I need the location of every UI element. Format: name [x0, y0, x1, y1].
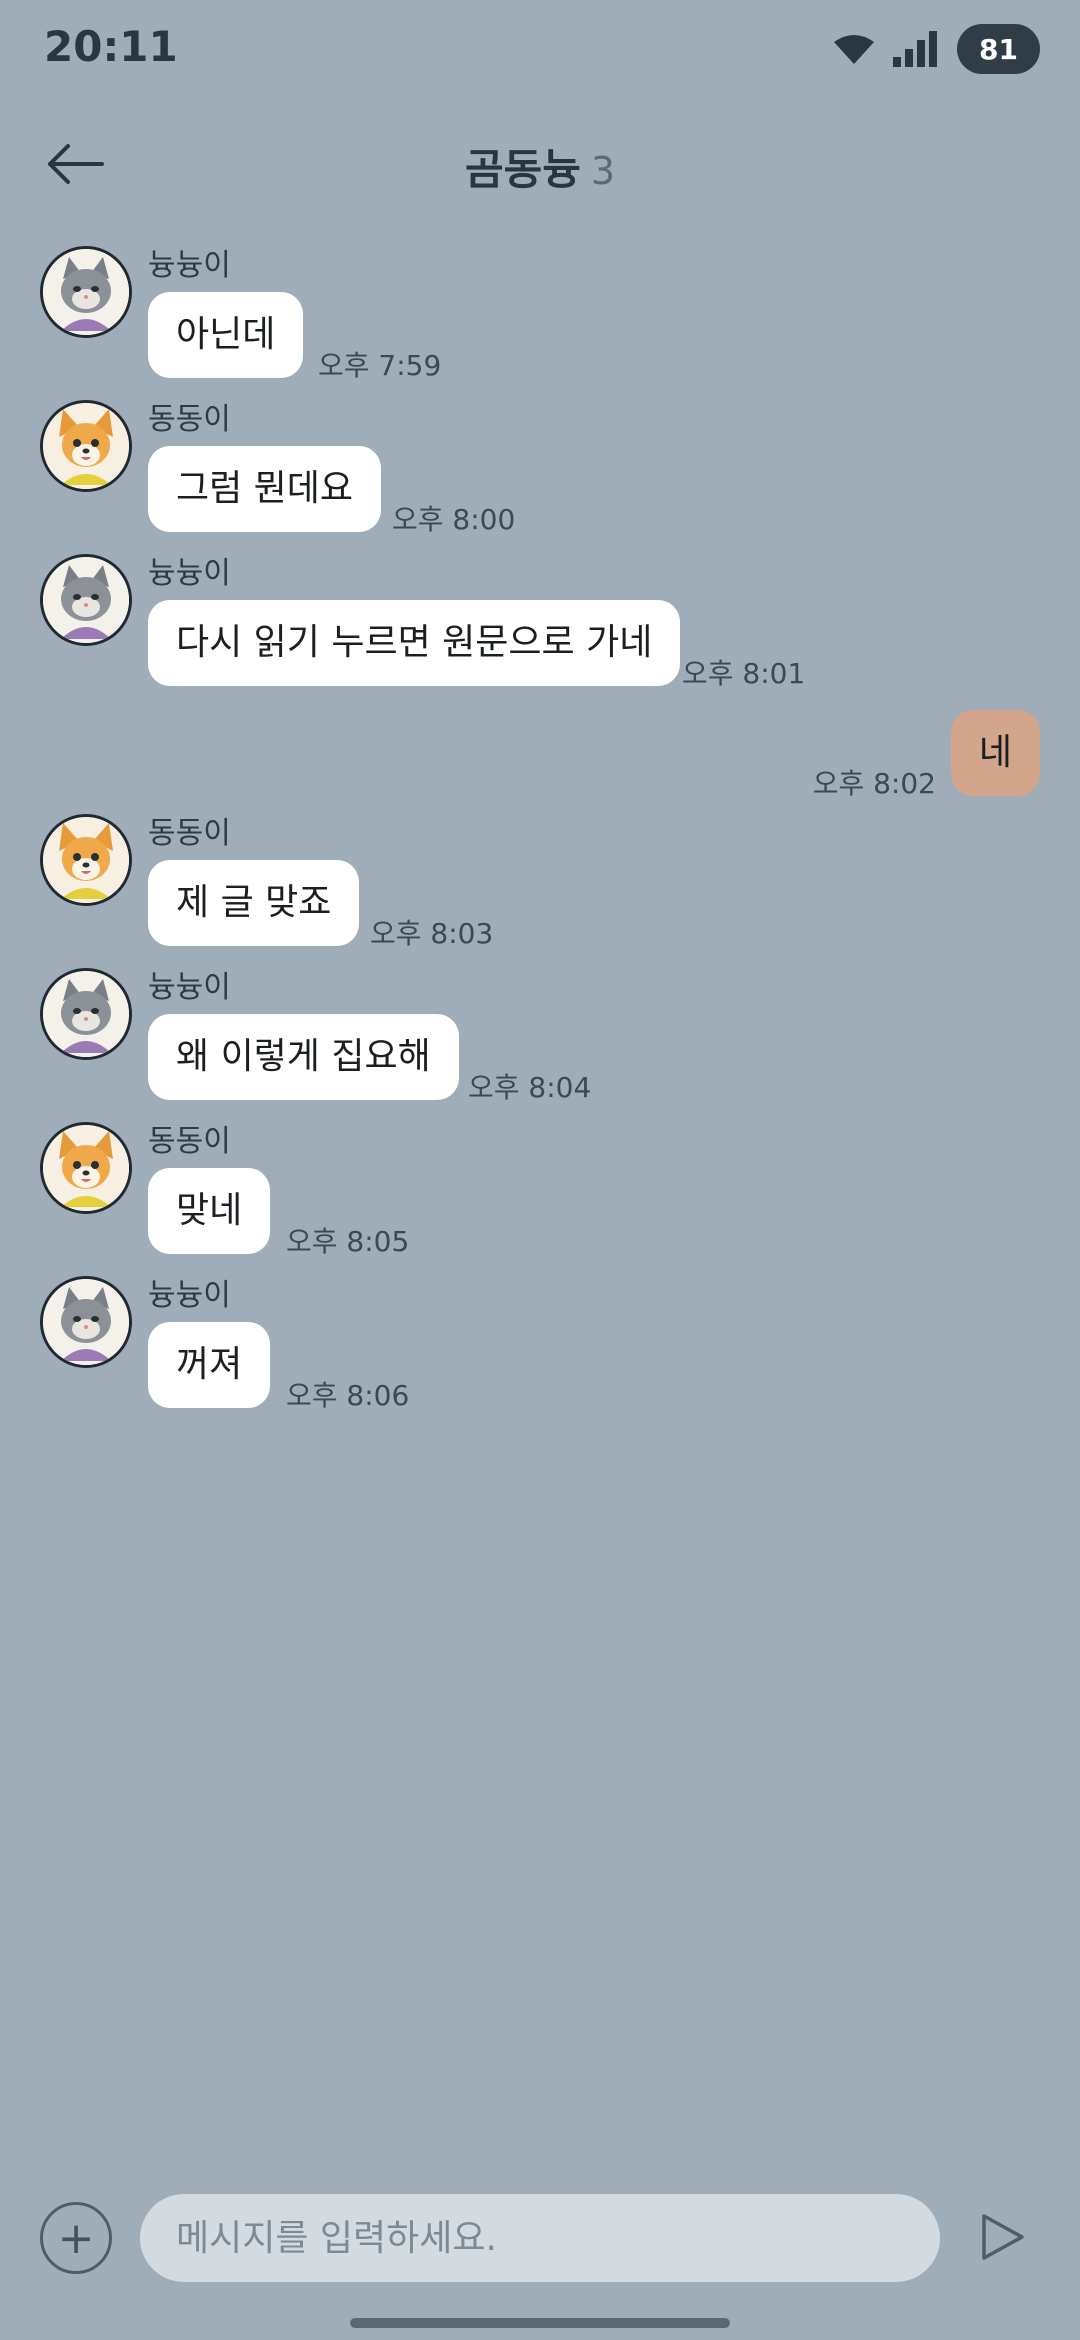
wifi-icon — [834, 35, 875, 64]
message-bubble[interactable]: 왜 이렇게 집요해 — [148, 1014, 459, 1100]
battery-badge: 81 — [957, 24, 1040, 74]
message-bubble[interactable]: 맞네 — [148, 1168, 271, 1254]
send-icon — [982, 2214, 1024, 2260]
chat-title: 곰동늉 — [464, 145, 581, 194]
sender-name: 늉늉이 — [148, 556, 231, 591]
message-input-bar: + — [0, 2190, 1080, 2290]
message-time: 오후 8:01 — [682, 657, 806, 690]
message-time: 오후 8:05 — [286, 1225, 410, 1258]
chat-title-group: 곰동늉 3 — [0, 136, 1080, 197]
sender-name: 동동이 — [148, 816, 231, 851]
chat-header: 곰동늉 3 — [0, 120, 1080, 210]
message-bubble[interactable]: 그럼 뭔데요 — [148, 446, 382, 532]
dog-avatar-icon[interactable] — [40, 814, 132, 906]
send-button[interactable] — [980, 2212, 1026, 2262]
cat-avatar-icon[interactable] — [40, 1276, 132, 1368]
cat-avatar-icon[interactable] — [40, 968, 132, 1060]
dog-avatar-icon[interactable] — [40, 1122, 132, 1214]
message-bubble[interactable]: 아닌데 — [148, 292, 304, 378]
cat-avatar-icon[interactable] — [40, 554, 132, 646]
attach-plus-button[interactable]: + — [40, 2202, 112, 2274]
message-time: 오후 8:00 — [392, 503, 516, 536]
status-time: 20:11 — [44, 22, 178, 71]
signal-icon — [893, 31, 938, 67]
sender-name: 동동이 — [148, 402, 231, 437]
message-time: 오후 8:03 — [370, 917, 494, 950]
status-icons: 81 — [833, 24, 1040, 74]
status-bar: 20:11 81 — [0, 0, 1080, 100]
message-time: 오후 8:02 — [812, 767, 936, 800]
my-message-bubble[interactable]: 네 — [950, 710, 1040, 796]
message-bubble[interactable]: 제 글 맞죠 — [148, 860, 360, 946]
cat-avatar-icon[interactable] — [40, 246, 132, 338]
message-time: 오후 8:04 — [468, 1071, 592, 1104]
dog-avatar-icon[interactable] — [40, 400, 132, 492]
sender-name: 늉늉이 — [148, 970, 231, 1005]
message-input[interactable] — [140, 2194, 940, 2282]
message-time: 오후 7:59 — [318, 349, 442, 382]
member-count: 3 — [590, 149, 616, 193]
home-indicator[interactable] — [350, 2318, 730, 2328]
sender-name: 동동이 — [148, 1124, 231, 1159]
sender-name: 늉늉이 — [148, 248, 231, 283]
sender-name: 늉늉이 — [148, 1278, 231, 1313]
message-time: 오후 8:06 — [286, 1379, 410, 1412]
message-bubble[interactable]: 다시 읽기 누르면 원문으로 가네 — [148, 600, 681, 686]
message-bubble[interactable]: 꺼져 — [148, 1322, 271, 1408]
